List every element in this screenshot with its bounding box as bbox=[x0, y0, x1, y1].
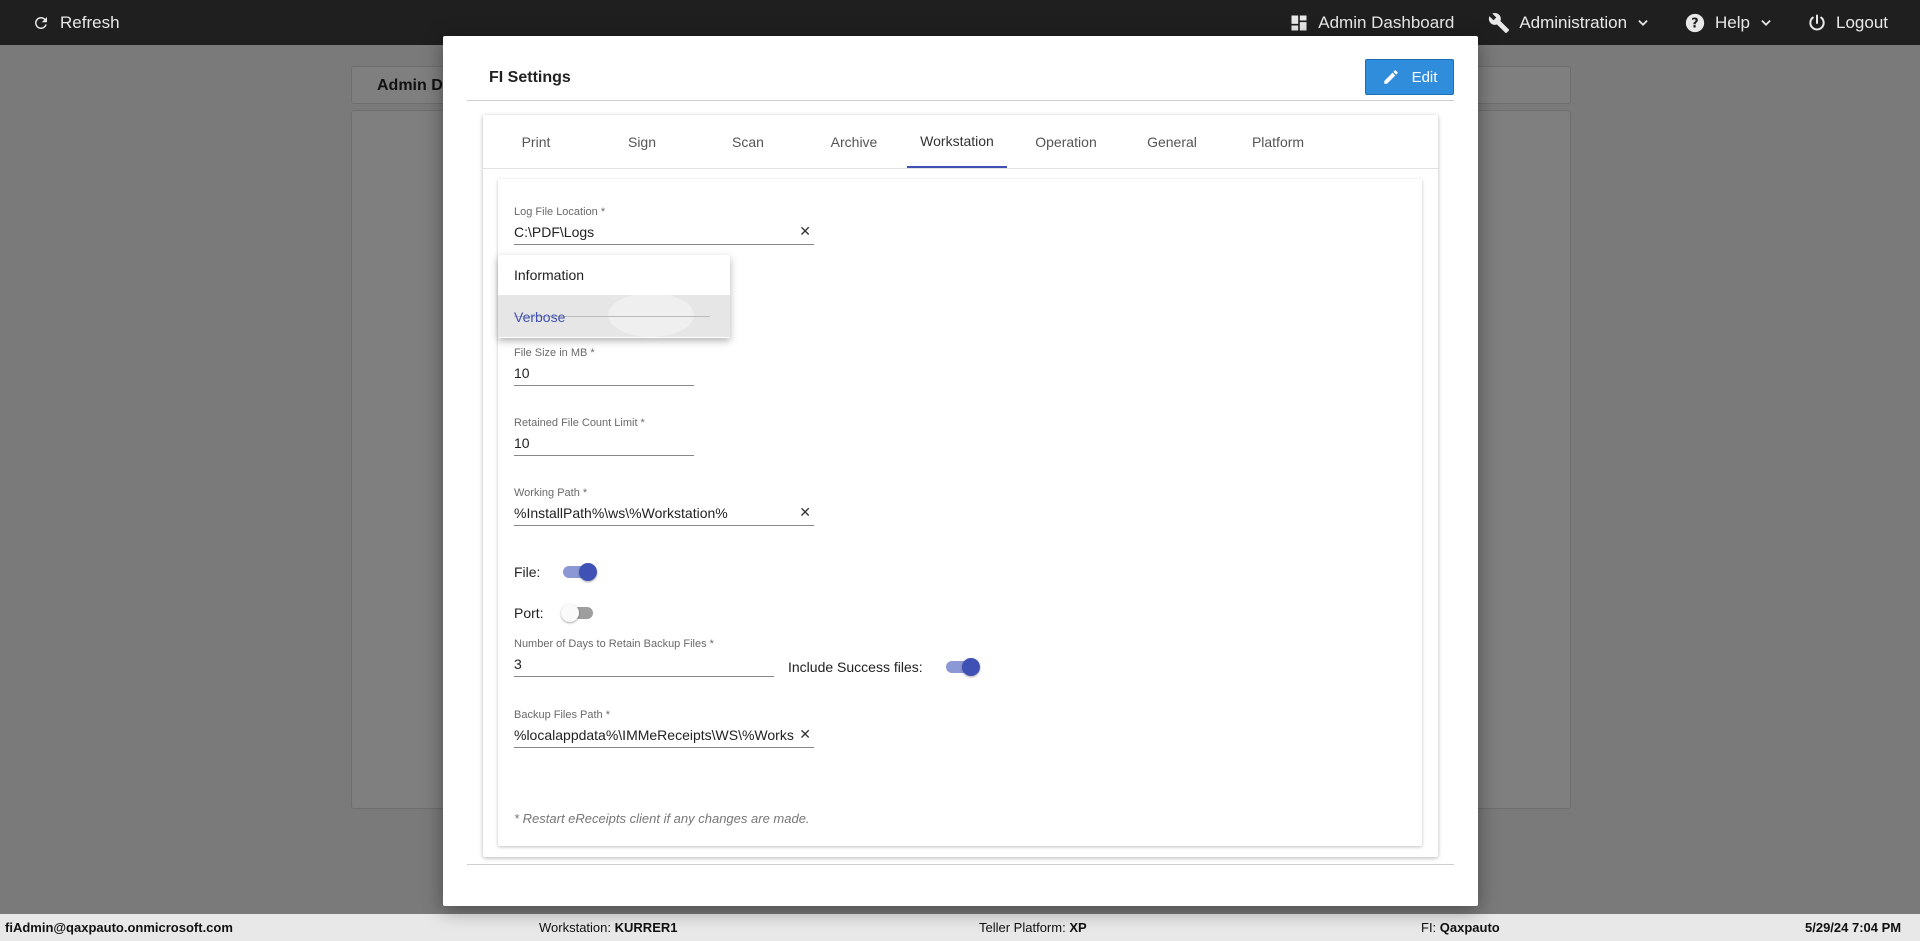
pencil-icon bbox=[1383, 70, 1398, 84]
help-icon: ? bbox=[1685, 13, 1705, 32]
retained-file-count-input[interactable]: 10 bbox=[514, 433, 694, 456]
backup-files-path-label: Backup Files Path * bbox=[514, 709, 610, 721]
file-toggle[interactable] bbox=[561, 562, 599, 582]
working-path-value: %InstallPath%\ws\%Workstation% bbox=[514, 505, 728, 521]
chevron-down-icon bbox=[1761, 19, 1771, 26]
logout-button[interactable]: Logout bbox=[1807, 13, 1888, 33]
settings-card: Print Sign Scan Archive Workstation Oper… bbox=[483, 115, 1438, 857]
file-size-value: 10 bbox=[514, 365, 530, 381]
status-teller-platform: Teller Platform: XP bbox=[979, 920, 1087, 935]
status-datetime: 5/29/24 7:04 PM bbox=[1805, 920, 1902, 935]
svg-text:?: ? bbox=[1691, 16, 1698, 31]
edit-button[interactable]: Edit bbox=[1365, 59, 1454, 95]
dialog-header: FI Settings bbox=[467, 58, 1454, 101]
tab-print[interactable]: Print bbox=[483, 115, 589, 168]
administration-menu[interactable]: Administration bbox=[1488, 12, 1650, 34]
working-path-input[interactable]: %InstallPath%\ws\%Workstation% ✕ bbox=[514, 503, 814, 526]
backup-files-path-input[interactable]: %localappdata%\IMMeReceipts\WS\%Workstat… bbox=[514, 725, 814, 748]
refresh-label: Refresh bbox=[60, 12, 120, 32]
power-icon bbox=[1809, 14, 1825, 30]
refresh-icon bbox=[35, 16, 47, 29]
file-size-input[interactable]: 10 bbox=[514, 363, 694, 386]
restart-note: * Restart eReceipts client if any change… bbox=[514, 811, 810, 826]
file-toggle-row: File: bbox=[514, 562, 599, 582]
retained-file-count-field: Retained File Count Limit * 10 bbox=[514, 417, 694, 456]
include-success-toggle-row: Include Success files: bbox=[788, 657, 982, 677]
dialog-footer-divider bbox=[467, 864, 1454, 865]
working-path-field: Working Path * %InstallPath%\ws\%Worksta… bbox=[514, 487, 814, 526]
wrench-icon bbox=[1489, 12, 1510, 33]
port-toggle-row: Port: bbox=[514, 603, 599, 623]
help-menu[interactable]: ? Help bbox=[1684, 12, 1773, 34]
dashboard-icon bbox=[1291, 15, 1307, 30]
backup-files-path-value: %localappdata%\IMMeReceipts\WS\%Workstat… bbox=[514, 727, 794, 743]
log-file-location-value: C:\PDF\Logs bbox=[514, 224, 595, 240]
backup-days-input[interactable]: 3 bbox=[514, 654, 774, 677]
tab-platform[interactable]: Platform bbox=[1225, 115, 1331, 168]
dropdown-option-verbose[interactable]: Verbose bbox=[514, 309, 565, 325]
include-success-toggle[interactable] bbox=[944, 657, 982, 677]
edit-label: Edit bbox=[1411, 68, 1438, 86]
help-label: Help bbox=[1715, 12, 1750, 32]
file-size-label: File Size in MB * bbox=[514, 347, 595, 359]
tab-sign[interactable]: Sign bbox=[589, 115, 695, 168]
clear-icon[interactable]: ✕ bbox=[799, 223, 811, 240]
tab-workstation[interactable]: Workstation bbox=[907, 115, 1007, 168]
workstation-settings-form: Log File Location * C:\PDF\Logs ✕ File S… bbox=[498, 179, 1422, 846]
backup-days-value: 3 bbox=[514, 656, 522, 672]
tab-operation[interactable]: Operation bbox=[1013, 115, 1119, 168]
status-fi: FI: Qaxpauto bbox=[1421, 920, 1500, 935]
admin-dashboard-link[interactable]: Admin Dashboard bbox=[1289, 13, 1454, 33]
log-level-dropdown-menu: Information Verbose bbox=[498, 255, 730, 338]
tab-archive[interactable]: Archive bbox=[801, 115, 907, 168]
clear-icon[interactable]: ✕ bbox=[799, 726, 811, 743]
retained-file-count-value: 10 bbox=[514, 435, 530, 451]
working-path-label: Working Path * bbox=[514, 487, 588, 499]
log-file-location-input[interactable]: C:\PDF\Logs ✕ bbox=[514, 222, 814, 245]
ripple-effect bbox=[608, 293, 694, 337]
refresh-button[interactable]: Refresh bbox=[32, 0, 120, 45]
log-file-location-field: Log File Location * C:\PDF\Logs ✕ bbox=[514, 206, 814, 245]
status-bar: fiAdmin@qaxpauto.onmicrosoft.com Worksta… bbox=[0, 914, 1920, 941]
port-toggle[interactable] bbox=[561, 603, 599, 623]
chevron-down-icon bbox=[1638, 19, 1648, 26]
backup-days-label: Number of Days to Retain Backup Files * bbox=[514, 638, 714, 650]
tab-general[interactable]: General bbox=[1119, 115, 1225, 168]
logout-label: Logout bbox=[1836, 12, 1888, 32]
clear-icon[interactable]: ✕ bbox=[799, 504, 811, 521]
dropdown-option-information[interactable]: Information bbox=[514, 267, 584, 283]
file-toggle-label: File: bbox=[514, 564, 541, 580]
dialog-title: FI Settings bbox=[489, 69, 571, 86]
status-workstation: Workstation: KURRER1 bbox=[539, 920, 678, 935]
settings-tabs: Print Sign Scan Archive Workstation Oper… bbox=[483, 115, 1438, 169]
administration-label: Administration bbox=[1519, 12, 1628, 32]
fi-settings-dialog: FI Settings Edit Print Sign Scan Archive… bbox=[443, 36, 1478, 906]
status-user: fiAdmin@qaxpauto.onmicrosoft.com bbox=[5, 920, 233, 935]
backup-files-path-field: Backup Files Path * %localappdata%\IMMeR… bbox=[514, 709, 814, 748]
retained-file-count-label: Retained File Count Limit * bbox=[514, 417, 645, 429]
log-file-location-label: Log File Location * bbox=[514, 206, 606, 218]
backup-days-field: Number of Days to Retain Backup Files * … bbox=[514, 638, 774, 677]
file-size-field: File Size in MB * 10 bbox=[514, 347, 694, 386]
port-toggle-label: Port: bbox=[514, 605, 544, 621]
admin-dashboard-label: Admin Dashboard bbox=[1318, 12, 1455, 32]
include-success-label: Include Success files: bbox=[788, 659, 923, 675]
tab-scan[interactable]: Scan bbox=[695, 115, 801, 168]
